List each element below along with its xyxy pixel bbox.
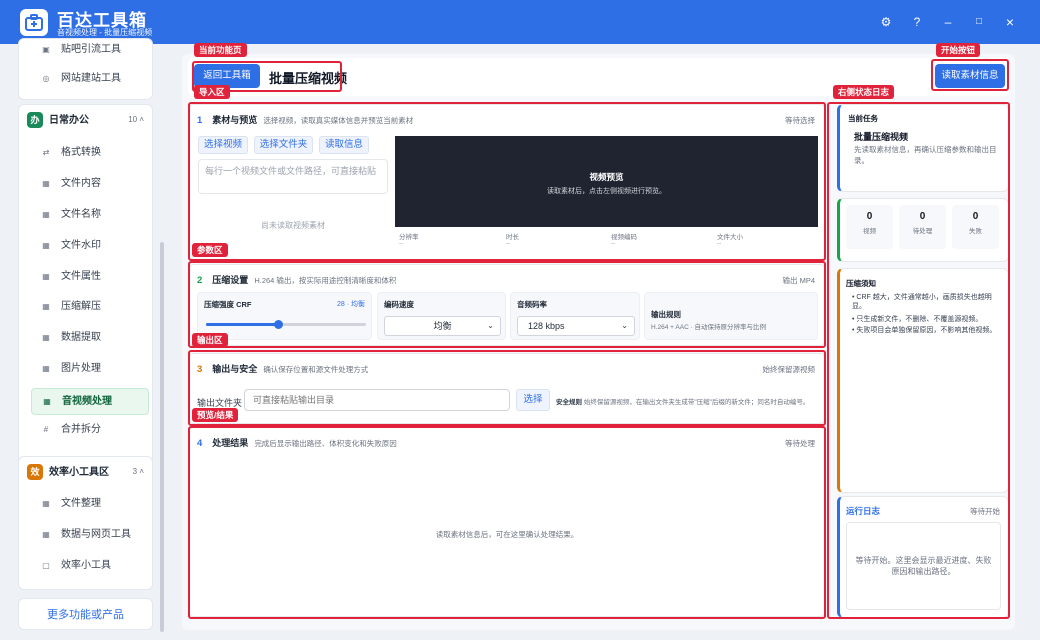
grid-icon: ▦: [42, 179, 50, 188]
annotation-box-start: [931, 59, 1009, 91]
grid-icon: ▦: [42, 210, 50, 219]
office-badge-icon: 办: [27, 112, 43, 129]
group-label: 效率小工具区: [49, 467, 109, 478]
sidebar-item-label: 合并拆分: [61, 424, 101, 435]
sidebar-item-label: 文件水印: [61, 240, 101, 251]
grid-icon: ▦: [42, 241, 50, 250]
annotation-box-right-status: [827, 102, 1010, 619]
sidebar-item-image-process[interactable]: ▦ 图片处理: [31, 358, 149, 380]
annotation-box-params: [188, 261, 826, 348]
grid-icon: ▦: [43, 397, 51, 406]
sidebar-item-format-convert[interactable]: ⇄ 格式转换: [31, 142, 149, 164]
sidebar-item-merge-split[interactable]: # 合并拆分: [31, 419, 149, 441]
sidebar-item-label: 效率小工具: [61, 560, 111, 571]
grid-icon: ▦: [42, 530, 50, 539]
sidebar-scrollbar[interactable]: [160, 242, 164, 632]
grid-icon: ▣: [42, 45, 50, 54]
group-count[interactable]: 3 ˄: [133, 467, 144, 476]
grid-icon: ▦: [42, 364, 50, 373]
maximize-button[interactable]: □: [971, 14, 987, 30]
annotation-box-import: [188, 102, 826, 261]
sidebar-item-label: 图片处理: [61, 363, 101, 374]
annotation-label-preview-result: 预览/结果: [192, 408, 239, 422]
annotation-label-start: 开始按钮: [936, 43, 981, 57]
sidebar-top-group: ▣ 贴吧引流工具 ◎ 网站建站工具: [18, 38, 153, 100]
sidebar-item-file-organize[interactable]: ▦ 文件整理: [31, 493, 149, 515]
sidebar-item-audio-video[interactable]: ▦ 音视频处理: [31, 388, 149, 415]
sidebar-item-file-watermark[interactable]: ▦ 文件水印: [31, 235, 149, 257]
sidebar-item-website-tool[interactable]: ◎ 网站建站工具: [31, 68, 149, 90]
sidebar-item-label: 数据提取: [61, 332, 101, 343]
annotation-label-current-page: 当前功能页: [194, 43, 247, 57]
app-subtitle: 音视频处理 - 批量压缩视频: [57, 28, 153, 37]
annotation-label-output: 输出区: [192, 333, 228, 347]
sidebar-group-efficiency: 效效率小工具区 3 ˄ ▦ 文件整理 ▦ 数据与网页工具 ▢ 效率小工具: [18, 456, 153, 590]
settings-gear-icon[interactable]: ⚙: [878, 14, 894, 30]
help-icon[interactable]: ?: [909, 14, 925, 30]
close-button[interactable]: ×: [1002, 14, 1018, 30]
sidebar: ▣ 贴吧引流工具 ◎ 网站建站工具 办日常办公 10 ˄ ⇄ 格式转换 ▦ 文件内容…: [0, 38, 166, 640]
sidebar-item-efficiency-tools[interactable]: ▢ 效率小工具: [31, 555, 149, 577]
sidebar-item-label: 音视频处理: [62, 396, 112, 407]
sidebar-item-compress[interactable]: ▦ 压缩解压: [31, 296, 149, 318]
sidebar-item-label: 网站建站工具: [61, 73, 121, 84]
sidebar-item-label: 贴吧引流工具: [61, 44, 121, 55]
group-header-efficiency[interactable]: 效效率小工具区: [27, 463, 109, 481]
swap-icon: ⇄: [42, 148, 50, 157]
minimize-button[interactable]: –: [940, 14, 956, 30]
grid-icon: ▦: [42, 333, 50, 342]
sidebar-item-label: 文件名称: [61, 209, 101, 220]
annotation-label-import: 导入区: [194, 85, 230, 99]
sidebar-item-file-name[interactable]: ▦ 文件名称: [31, 204, 149, 226]
sidebar-item-tieba-tool[interactable]: ▣ 贴吧引流工具: [31, 39, 149, 61]
more-products-button[interactable]: 更多功能或产品: [18, 598, 153, 630]
annotation-label-right-status: 右侧状态日志: [833, 85, 895, 99]
sidebar-item-label: 文件整理: [61, 498, 101, 509]
hash-icon: #: [43, 425, 49, 434]
efficiency-badge-icon: 效: [27, 464, 43, 481]
sidebar-item-file-attributes[interactable]: ▦ 文件属性: [31, 266, 149, 288]
sidebar-group-office: 办日常办公 10 ˄ ⇄ 格式转换 ▦ 文件内容 ▦ 文件名称 ▦ 文件水印 ▦ 文件属性…: [18, 104, 153, 490]
group-count[interactable]: 10 ˄: [128, 115, 144, 124]
box-icon: ▢: [42, 561, 50, 570]
grid-icon: ▦: [42, 302, 50, 311]
sidebar-item-data-extract[interactable]: ▦ 数据提取: [31, 327, 149, 349]
sidebar-item-label: 文件属性: [61, 271, 101, 282]
title-bar: 百达工具箱 音视频处理 - 批量压缩视频 ⚙ ? – □ ×: [0, 0, 1040, 44]
grid-icon: ▦: [42, 499, 50, 508]
annotation-box-preview-result: [188, 426, 826, 619]
group-header-office[interactable]: 办日常办公: [27, 111, 89, 129]
sidebar-item-file-content[interactable]: ▦ 文件内容: [31, 173, 149, 195]
annotation-label-params: 参数区: [192, 243, 228, 257]
grid-icon: ▦: [42, 272, 50, 281]
globe-icon: ◎: [42, 74, 50, 83]
toolbox-logo-icon: [20, 9, 48, 36]
sidebar-item-label: 文件内容: [61, 178, 101, 189]
sidebar-item-label: 压缩解压: [61, 301, 101, 312]
group-label: 日常办公: [49, 115, 89, 126]
sidebar-item-label: 格式转换: [61, 147, 101, 158]
sidebar-item-label: 数据与网页工具: [61, 529, 131, 540]
sidebar-item-data-web-tools[interactable]: ▦ 数据与网页工具: [31, 524, 149, 546]
annotation-box-output: [188, 350, 826, 426]
